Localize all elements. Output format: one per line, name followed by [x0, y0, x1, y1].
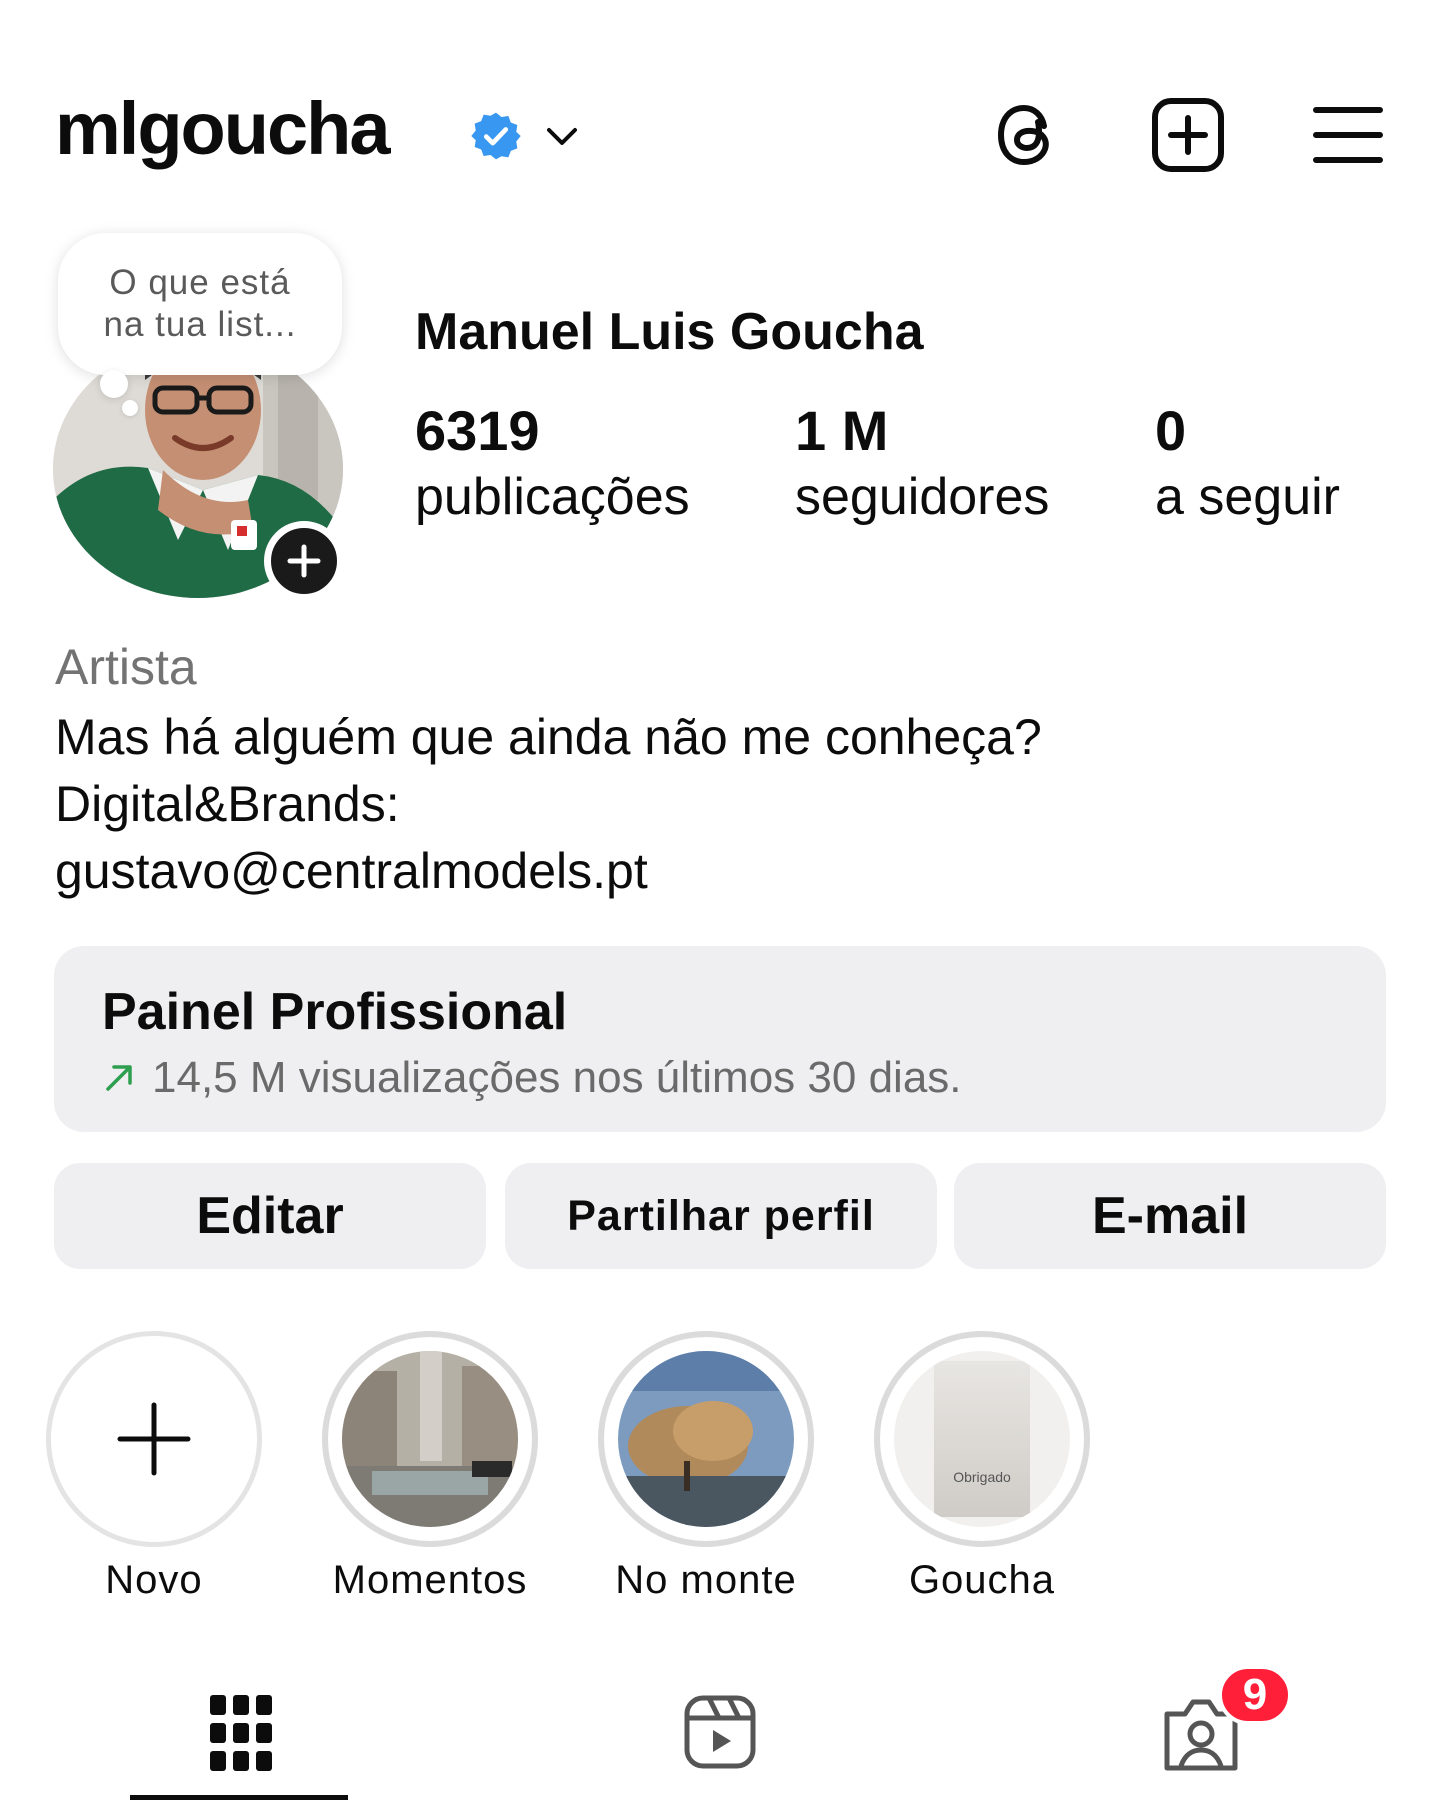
stat-following-label: a seguir — [1155, 467, 1340, 526]
plus-icon — [117, 1402, 191, 1476]
chevron-down-icon[interactable] — [543, 122, 581, 152]
tagged-notification-badge: 9 — [1218, 1665, 1292, 1725]
dashboard-subtitle: 14,5 M visualizações nos últimos 30 dias… — [152, 1053, 962, 1103]
highlight-label: Novo — [105, 1558, 203, 1602]
highlight-no-monte[interactable] — [598, 1331, 814, 1547]
professional-dashboard-card[interactable]: Painel Profissional 14,5 M visualizações… — [54, 946, 1386, 1132]
note-text-line-1: O que está — [109, 263, 291, 302]
stat-following[interactable]: 0 a seguir — [1155, 400, 1340, 528]
reels-icon[interactable] — [683, 1694, 757, 1770]
add-story-button[interactable] — [264, 521, 344, 601]
bio-line: Mas há alguém que ainda não me conheça? — [55, 709, 1042, 765]
note-bubble-tail-small — [122, 400, 138, 416]
stat-posts[interactable]: 6319 publicações — [415, 400, 690, 528]
plus-icon — [287, 544, 321, 578]
email-button[interactable]: E-mail — [954, 1163, 1386, 1269]
create-post-icon[interactable] — [1150, 96, 1226, 174]
bio-email-link[interactable]: gustavo@centralmodels.pt — [55, 838, 1042, 905]
profile-bio: Mas há alguém que ainda não me conheça? … — [55, 704, 1042, 905]
stat-followers-count: 1 M — [795, 399, 889, 462]
stat-posts-count: 6319 — [415, 399, 540, 462]
profile-full-name: Manuel Luis Goucha — [415, 303, 924, 361]
highlight-label: Momentos — [332, 1558, 528, 1602]
note-bubble-tail — [100, 370, 128, 398]
dashboard-title: Painel Profissional — [102, 983, 568, 1041]
highlight-goucha[interactable]: Obrigado — [874, 1331, 1090, 1547]
note-bubble[interactable]: O que está na tua list... — [58, 233, 342, 375]
trend-up-arrow-icon — [106, 1065, 132, 1091]
highlight-label: Goucha — [908, 1558, 1056, 1602]
stat-posts-label: publicações — [415, 467, 690, 526]
verified-badge-icon — [471, 112, 521, 160]
highlight-thumbnail: Obrigado — [894, 1351, 1070, 1527]
profile-category: Artista — [55, 639, 197, 695]
active-tab-indicator — [130, 1795, 348, 1800]
highlight-image — [618, 1351, 794, 1527]
share-profile-button[interactable]: Partilhar perfil — [505, 1163, 937, 1269]
profile-username[interactable]: mlgoucha — [55, 92, 390, 166]
stat-followers[interactable]: 1 M seguidores — [795, 400, 1049, 528]
bio-line: Digital&Brands: — [55, 776, 400, 832]
highlight-thumbnail — [618, 1351, 794, 1527]
grid-icon[interactable] — [210, 1695, 272, 1771]
note-text-line-2: na tua list... — [103, 305, 297, 344]
highlight-new-button[interactable] — [46, 1331, 262, 1547]
highlight-thumbnail-text: Obrigado — [953, 1469, 1011, 1485]
highlight-card-image — [934, 1361, 1030, 1517]
threads-icon[interactable] — [990, 96, 1066, 174]
highlight-thumbnail — [342, 1351, 518, 1527]
stat-followers-label: seguidores — [795, 467, 1050, 526]
highlight-image — [342, 1351, 518, 1527]
edit-profile-button[interactable]: Editar — [54, 1163, 486, 1269]
highlight-label: No monte — [615, 1558, 797, 1602]
stat-following-count: 0 — [1155, 399, 1187, 462]
menu-icon[interactable] — [1310, 96, 1386, 174]
highlight-momentos[interactable] — [322, 1331, 538, 1547]
